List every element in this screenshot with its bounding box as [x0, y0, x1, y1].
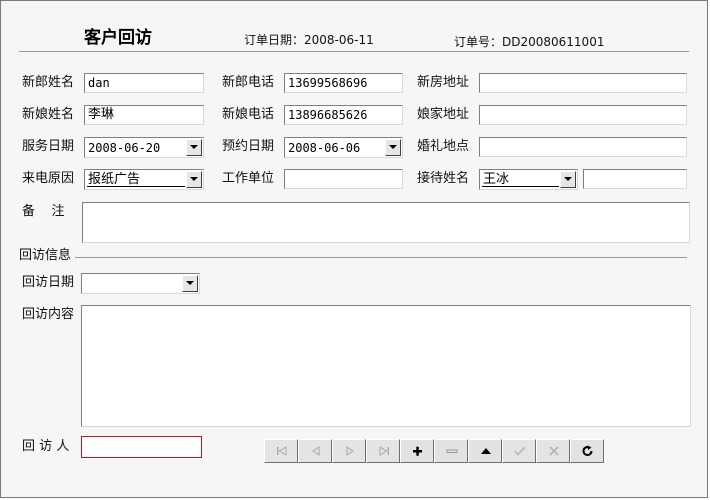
followup-date-label: 回访日期	[22, 275, 75, 290]
selection-underline	[482, 186, 559, 187]
x-icon	[549, 446, 559, 456]
followup-content-label: 回访内容	[22, 307, 75, 322]
check-icon	[514, 446, 526, 456]
triangle-up-icon	[481, 448, 491, 454]
bride-name-field[interactable]: 李琳	[84, 105, 204, 125]
chevron-down-icon[interactable]	[560, 171, 576, 188]
post-edit-button[interactable]	[502, 439, 536, 463]
prior-record-button[interactable]	[298, 439, 332, 463]
groom-phone-field[interactable]: 13699568696	[284, 73, 403, 93]
refresh-button[interactable]	[570, 439, 604, 463]
new-house-label: 新房地址	[417, 75, 470, 90]
work-unit-field[interactable]	[284, 169, 403, 189]
followup-content-textarea[interactable]	[81, 305, 691, 427]
page-title: 客户回访	[84, 28, 152, 48]
reason-label: 来电原因	[22, 171, 75, 186]
first-record-button[interactable]	[264, 439, 298, 463]
wedding-place-label: 婚礼地点	[417, 139, 470, 154]
chevron-down-icon[interactable]	[182, 275, 198, 292]
order-date: 订单日期：2008-06-11	[244, 33, 374, 47]
bride-home-label: 娘家地址	[417, 107, 470, 122]
next-record-icon	[346, 446, 354, 456]
visitor-field[interactable]	[81, 436, 202, 458]
insert-record-button[interactable]	[400, 439, 434, 463]
receptionist-dropdown[interactable]: 王冰	[479, 169, 578, 190]
minus-icon	[446, 449, 458, 453]
first-record-icon	[277, 446, 287, 456]
new-house-field[interactable]	[479, 73, 687, 93]
selection-underline	[87, 186, 185, 187]
chevron-down-icon[interactable]	[186, 171, 202, 188]
next-record-button[interactable]	[332, 439, 366, 463]
visitor-label: 回 访 人	[22, 439, 70, 454]
bride-phone-label: 新娘电话	[222, 107, 275, 122]
bride-name-label: 新娘姓名	[22, 107, 75, 122]
edit-record-button[interactable]	[468, 439, 502, 463]
remarks-textarea[interactable]	[82, 202, 690, 243]
chevron-down-icon[interactable]	[385, 139, 401, 156]
refresh-icon	[582, 445, 593, 456]
section-divider	[75, 257, 687, 258]
bride-home-field[interactable]	[479, 105, 687, 125]
groom-name-field[interactable]: dan	[84, 73, 204, 93]
appt-date-value: 2008-06-06	[288, 141, 361, 155]
remarks-label: 备 注	[22, 204, 65, 219]
receptionist-label: 接待姓名	[417, 171, 470, 186]
service-date-value: 2008-06-20	[88, 141, 161, 155]
bride-phone-field[interactable]: 13896685626	[284, 105, 403, 125]
chevron-down-icon[interactable]	[186, 139, 202, 156]
service-date-label: 服务日期	[22, 139, 75, 154]
header-divider	[19, 51, 689, 52]
groom-phone-label: 新郎电话	[222, 75, 275, 90]
last-record-icon	[379, 446, 389, 456]
order-number: 订单号：DD20080611001	[454, 35, 605, 49]
appt-date-dropdown[interactable]: 2008-06-06	[284, 137, 403, 158]
customer-followup-window: 客户回访 订单日期：2008-06-11 订单号：DD20080611001 新…	[0, 0, 708, 498]
prior-record-icon	[312, 446, 320, 456]
followup-section-label: 回访信息	[19, 248, 72, 263]
reason-dropdown[interactable]: 报纸广告	[84, 169, 204, 190]
delete-record-button[interactable]	[434, 439, 468, 463]
cancel-edit-button[interactable]	[536, 439, 570, 463]
last-record-button[interactable]	[366, 439, 400, 463]
appt-date-label: 预约日期	[222, 139, 275, 154]
groom-name-label: 新郎姓名	[22, 75, 75, 90]
plus-icon	[413, 446, 422, 456]
receptionist-extra-field[interactable]	[583, 169, 687, 189]
wedding-place-field[interactable]	[479, 137, 687, 157]
service-date-dropdown[interactable]: 2008-06-20	[84, 137, 204, 158]
followup-date-dropdown[interactable]	[81, 273, 200, 294]
work-unit-label: 工作单位	[222, 171, 275, 186]
